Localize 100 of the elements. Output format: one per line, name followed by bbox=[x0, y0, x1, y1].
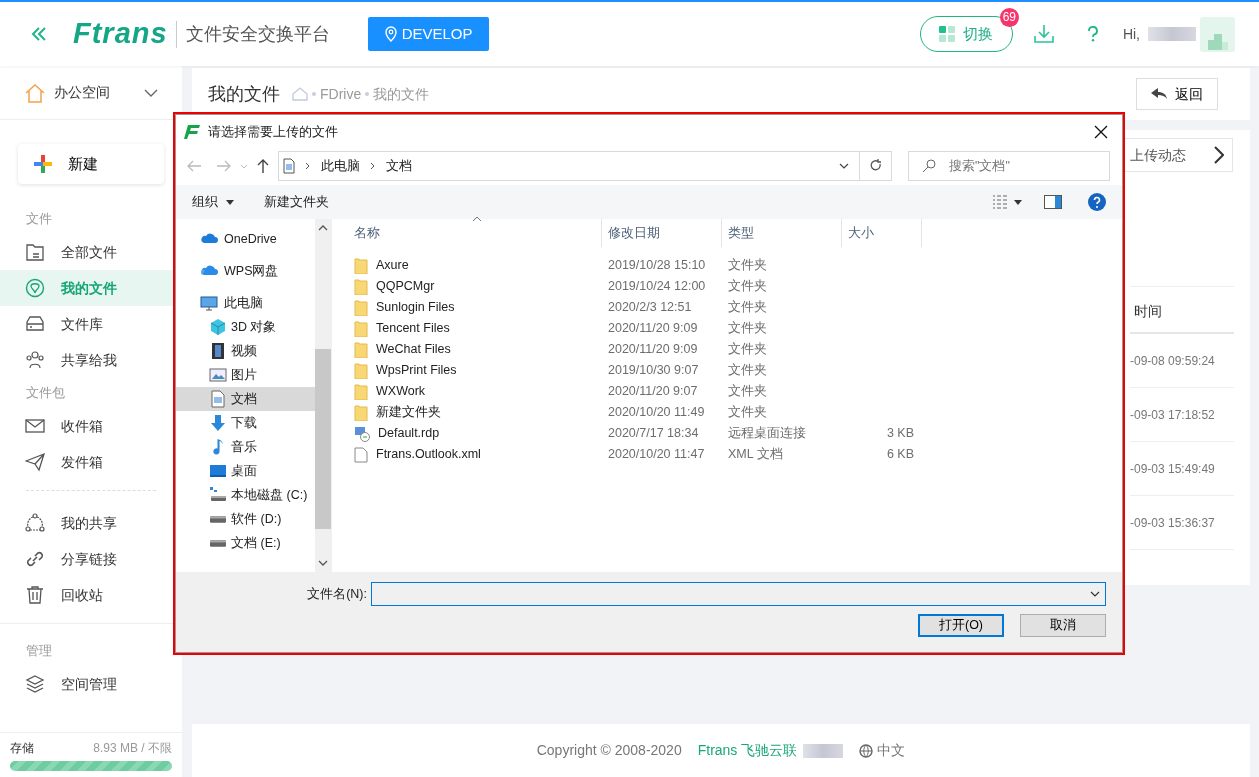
nav-item[interactable]: 本地磁盘 (C:) bbox=[176, 483, 315, 507]
table-cell: 6 KB bbox=[886, 447, 914, 461]
up-arrow-icon[interactable] bbox=[256, 158, 270, 174]
folder-icon bbox=[354, 404, 368, 421]
sort-icon[interactable] bbox=[472, 216, 482, 222]
chevron-down-icon[interactable] bbox=[1090, 591, 1100, 597]
toolbar-button[interactable]: 新建文件夹 bbox=[264, 192, 329, 212]
search-field[interactable]: 搜索"文档" bbox=[908, 151, 1110, 181]
nav-item[interactable]: 软件 (D:) bbox=[176, 507, 315, 531]
down-arrow-icon bbox=[209, 414, 227, 432]
nav-item[interactable]: 图片 bbox=[176, 363, 315, 387]
language-link[interactable]: 中文 bbox=[877, 740, 906, 761]
nav-item[interactable]: 下载 bbox=[176, 411, 315, 435]
file-name[interactable]: WpsPrint Files bbox=[376, 360, 457, 381]
folder-icon bbox=[354, 341, 368, 358]
file-name[interactable]: WXWork bbox=[376, 381, 426, 402]
nav-item[interactable]: 文档 bbox=[176, 387, 315, 411]
address-bar[interactable]: 此电脑 文档 bbox=[278, 151, 892, 181]
folder-icon bbox=[25, 242, 45, 262]
chevron-down-icon[interactable] bbox=[839, 163, 849, 169]
nav-label: 桌面 bbox=[231, 462, 257, 480]
drive-icon bbox=[210, 539, 226, 547]
file-name[interactable]: 新建文件夹 bbox=[376, 402, 441, 423]
table-cell: 2020/10/20 11:49 bbox=[608, 405, 705, 419]
new-button[interactable]: 新建 bbox=[18, 144, 164, 184]
app-logo-icon bbox=[184, 125, 200, 139]
scroll-thumb[interactable] bbox=[315, 349, 331, 529]
nav-item[interactable]: OneDrive bbox=[176, 227, 315, 251]
nav-item[interactable]: 桌面 bbox=[176, 459, 315, 483]
nav-label: 图片 bbox=[231, 366, 257, 384]
table-cell: 2020/11/20 9:09 bbox=[608, 342, 698, 356]
drive-icon bbox=[25, 314, 45, 334]
sidebar-label: 回收站 bbox=[61, 585, 103, 605]
nav-label: WPS网盘 bbox=[224, 262, 279, 280]
sidebar-label: 空间管理 bbox=[61, 674, 117, 694]
link-icon bbox=[25, 549, 45, 569]
sidebar-label: 我的共享 bbox=[61, 513, 117, 533]
chevron-right-icon bbox=[370, 162, 376, 170]
table-cell: 2019/10/28 15:10 bbox=[608, 258, 706, 272]
file-icon bbox=[354, 446, 368, 463]
nav-item[interactable]: 文档 (E:) bbox=[176, 531, 315, 555]
path-segment[interactable]: 此电脑 bbox=[321, 156, 360, 176]
cancel-button[interactable]: 取消 bbox=[1020, 614, 1106, 637]
file-name[interactable]: QQPCMgr bbox=[376, 276, 435, 297]
file-name[interactable]: Ftrans.Outlook.xml bbox=[376, 444, 481, 465]
scroll-up-icon[interactable] bbox=[318, 225, 328, 231]
table-cell: 文件夹 bbox=[728, 300, 767, 314]
notification-count: 69 bbox=[999, 8, 1019, 27]
column-header[interactable]: 名称 bbox=[348, 219, 602, 247]
cube-icon bbox=[209, 318, 227, 336]
nav-item[interactable]: 音乐 bbox=[176, 435, 315, 459]
table-cell: 2020/11/20 9:07 bbox=[608, 384, 698, 398]
table-cell: 文件夹 bbox=[728, 342, 767, 356]
table-cell: 2019/10/24 12:00 bbox=[608, 279, 706, 293]
nav-item[interactable]: 视频 bbox=[176, 339, 315, 363]
sidebar-label: 文件库 bbox=[61, 314, 103, 334]
folder-icon bbox=[354, 320, 368, 337]
envelope-icon bbox=[25, 416, 45, 436]
nav-label: 本地磁盘 (C:) bbox=[231, 486, 308, 504]
file-name[interactable]: Default.rdp bbox=[378, 423, 440, 444]
refresh-icon[interactable] bbox=[869, 159, 882, 173]
preview-pane-icon[interactable] bbox=[1044, 195, 1062, 209]
nav-label: 此电脑 bbox=[224, 294, 263, 312]
file-name[interactable]: Tencent Files bbox=[376, 318, 450, 339]
open-button[interactable]: 打开(O) bbox=[918, 614, 1004, 637]
grid-icon bbox=[939, 26, 956, 42]
scroll-down-icon[interactable] bbox=[318, 560, 328, 566]
help-icon[interactable] bbox=[1086, 26, 1099, 42]
column-header[interactable]: 类型 bbox=[722, 219, 842, 247]
table-cell: 文件夹 bbox=[728, 321, 767, 335]
path-segment[interactable]: 文档 bbox=[386, 156, 412, 176]
redacted-text bbox=[803, 743, 844, 758]
sidebar-item[interactable]: 空间管理 bbox=[0, 666, 182, 702]
column-header[interactable]: 大小 bbox=[842, 219, 922, 247]
table-cell: 2020/11/20 9:09 bbox=[608, 321, 698, 335]
help-icon[interactable] bbox=[1088, 193, 1106, 211]
drive-icon bbox=[209, 486, 227, 504]
toolbar-button[interactable]: 组织 bbox=[192, 192, 234, 212]
close-icon[interactable] bbox=[1094, 125, 1108, 139]
reply-arrow-icon bbox=[1151, 88, 1167, 100]
nav-label: 音乐 bbox=[231, 438, 257, 456]
back-button[interactable]: 返回 bbox=[1136, 78, 1218, 110]
table-cell: 文件夹 bbox=[728, 405, 767, 419]
nav-item[interactable]: 3D 对象 bbox=[176, 315, 315, 339]
view-options-icon[interactable] bbox=[992, 195, 1022, 209]
column-header[interactable]: 修改日期 bbox=[602, 219, 722, 247]
file-name[interactable]: Axure bbox=[376, 255, 409, 276]
filename-field[interactable] bbox=[371, 582, 1106, 606]
desktop-icon bbox=[209, 462, 227, 480]
file-name[interactable]: WeChat Files bbox=[376, 339, 451, 360]
table-cell: 文件夹 bbox=[728, 384, 767, 398]
page-title: 我的文件 bbox=[208, 82, 280, 106]
table-cell: -09-08 09:59:24 bbox=[1130, 354, 1215, 368]
chevron-down-icon[interactable] bbox=[144, 88, 158, 97]
table-cell: 2020/10/20 11:47 bbox=[608, 447, 705, 461]
document-icon bbox=[283, 158, 295, 174]
table-cell: 2020/2/3 12:51 bbox=[608, 300, 692, 314]
file-name[interactable]: Sunlogin Files bbox=[376, 297, 455, 318]
space-selector[interactable]: 办公空间 bbox=[54, 82, 110, 103]
field-label: 文件名(N): bbox=[307, 585, 367, 603]
